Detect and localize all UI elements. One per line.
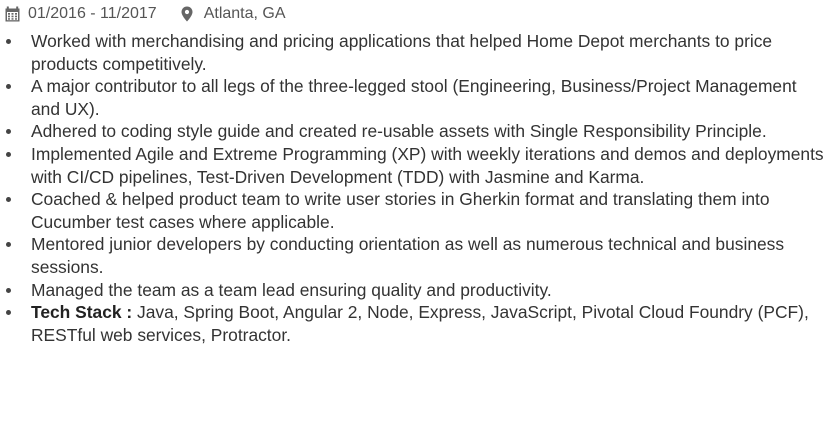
list-item: Coached & helped product team to write u…	[0, 188, 831, 233]
list-item: Adhered to coding style guide and create…	[0, 120, 831, 143]
job-meta: 01/2016 - 11/2017 Atlanta, GA	[4, 2, 286, 26]
experience-entry: 01/2016 - 11/2017 Atlanta, GA Worked wit…	[0, 0, 831, 436]
tech-stack-value: Java, Spring Boot, Angular 2, Node, Expr…	[31, 302, 809, 345]
location-text: Atlanta, GA	[203, 5, 286, 22]
calendar-icon	[4, 6, 20, 22]
list-item: Worked with merchandising and pricing ap…	[0, 30, 831, 75]
tech-stack-item: Tech Stack : Java, Spring Boot, Angular …	[0, 301, 831, 346]
list-item: Mentored junior developers by conducting…	[0, 233, 831, 278]
date-range: 01/2016 - 11/2017	[28, 5, 157, 22]
responsibility-list: Worked with merchandising and pricing ap…	[0, 30, 831, 346]
list-item: Managed the team as a team lead ensuring…	[0, 279, 831, 302]
job-location: Atlanta, GA	[179, 5, 286, 23]
tech-stack-label: Tech Stack :	[31, 302, 133, 323]
list-item: A major contributor to all legs of the t…	[0, 75, 831, 120]
map-marker-icon	[179, 6, 195, 22]
list-item: Implemented Agile and Extreme Programmin…	[0, 143, 831, 188]
